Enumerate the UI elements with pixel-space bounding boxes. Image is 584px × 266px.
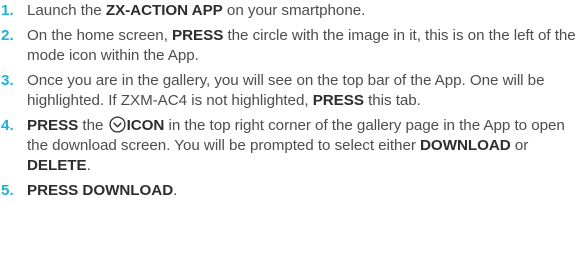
step-2: 2. On the home screen, PRESS the circle … (0, 26, 576, 66)
press-keyword: PRESS (312, 92, 364, 109)
step-number: 4. (1, 117, 14, 134)
step-number: 2. (1, 27, 14, 44)
check-circle-icon (109, 116, 126, 133)
delete-keyword: DELETE (27, 157, 87, 174)
step-number: 3. (1, 72, 14, 89)
press-keyword: PRESS (172, 27, 224, 44)
instruction-steps: 1. Launch the ZX-ACTION APP on your smar… (0, 0, 584, 266)
step-1: 1. Launch the ZX-ACTION APP on your smar… (0, 1, 576, 21)
step-4: 4. PRESS the ICON in the top right corne… (0, 116, 576, 176)
step-number: 1. (1, 2, 14, 19)
step-text: PRESS DOWNLOAD. (27, 182, 178, 199)
step-number: 5. (1, 182, 14, 199)
icon-keyword: ICON (126, 117, 165, 134)
step-text: On the home screen, PRESS the circle wit… (27, 27, 576, 64)
download-keyword: DOWNLOAD (420, 137, 511, 154)
press-download-keyword: PRESS DOWNLOAD (27, 182, 174, 199)
step-5: 5. PRESS DOWNLOAD. (0, 181, 576, 201)
step-3: 3. Once you are in the gallery, you will… (0, 71, 576, 111)
step-text: Launch the ZX-ACTION APP on your smartph… (27, 2, 366, 19)
step-text: PRESS the ICON in the top right corner o… (27, 116, 565, 174)
app-name: ZX-ACTION APP (105, 2, 223, 19)
press-keyword: PRESS (27, 117, 79, 134)
step-text: Once you are in the gallery, you will se… (27, 72, 545, 109)
